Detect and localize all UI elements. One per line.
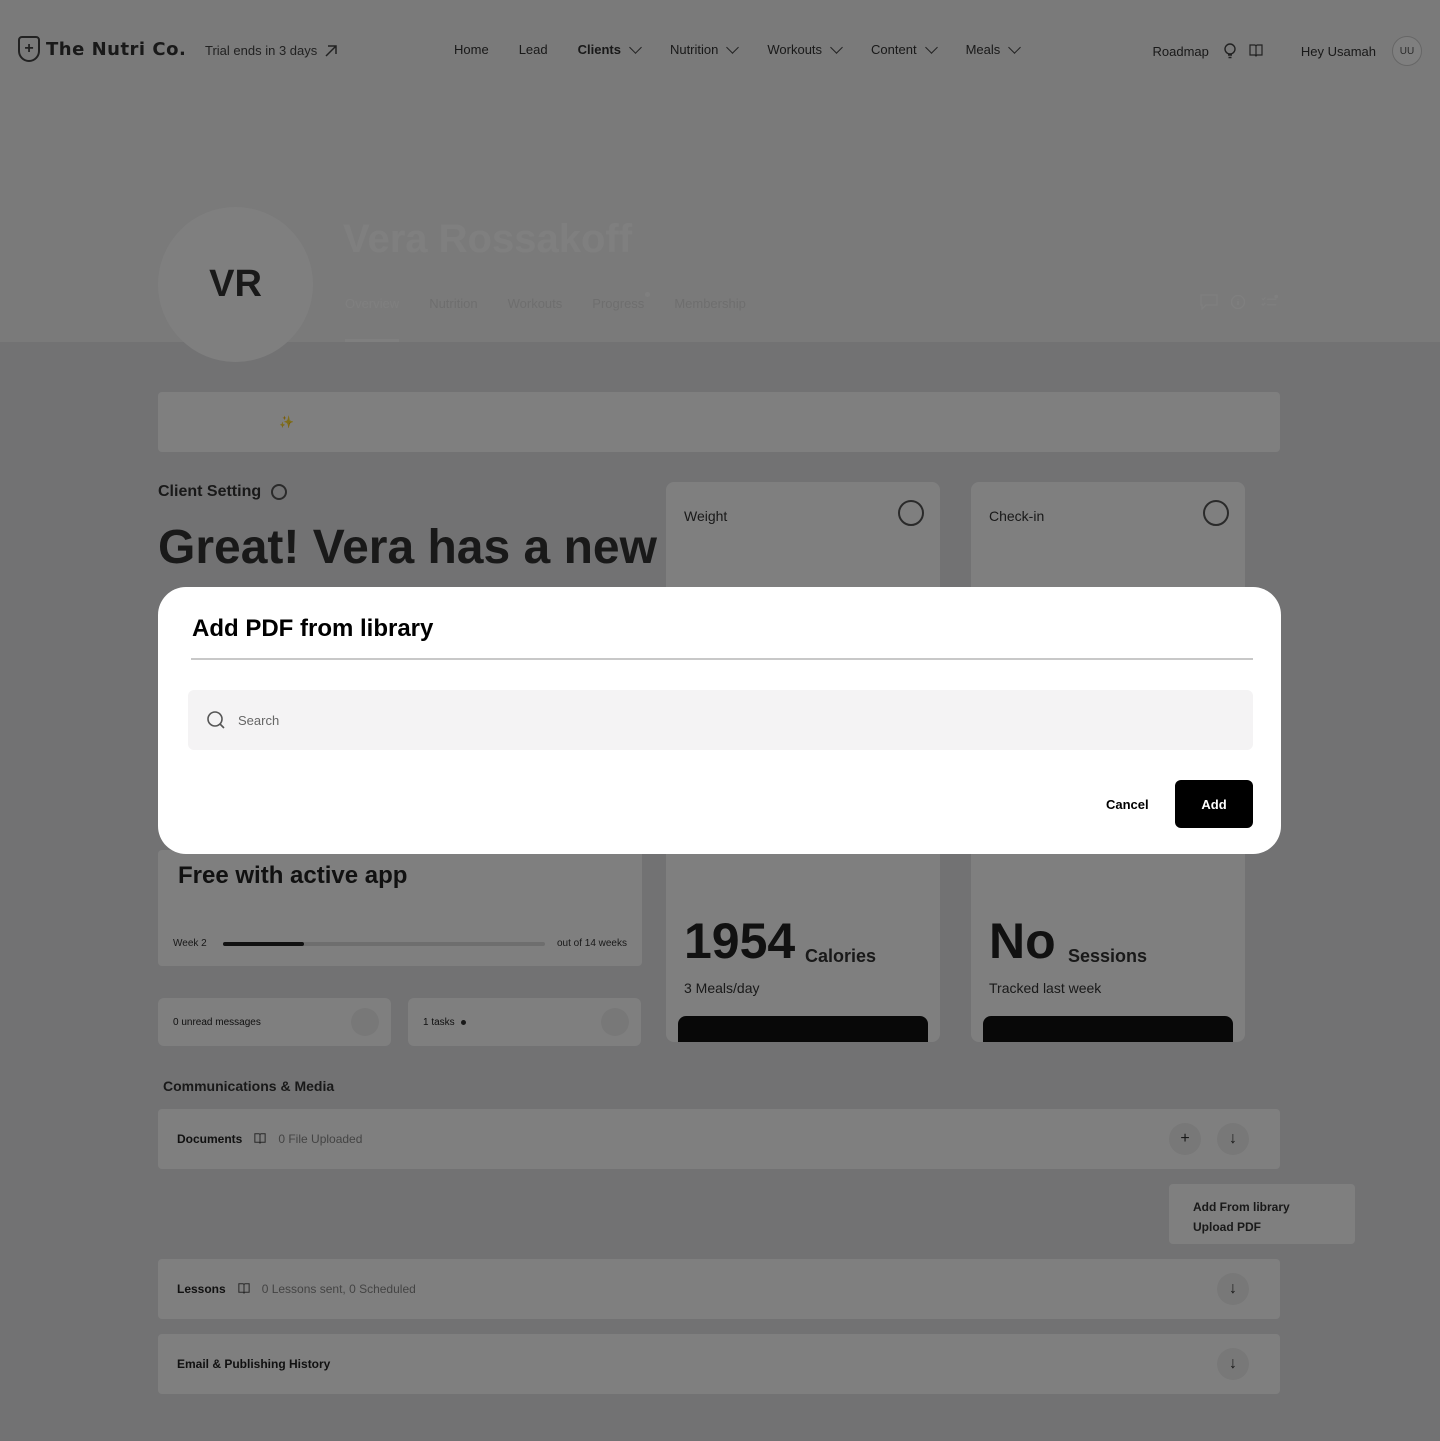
add-pdf-modal: Add PDF from library Cancel Add — [158, 587, 1281, 854]
add-button[interactable]: Add — [1175, 780, 1253, 828]
cancel-button[interactable]: Cancel — [1088, 780, 1167, 828]
search-icon — [207, 711, 225, 729]
modal-title: Add PDF from library — [192, 615, 434, 642]
search-input[interactable] — [238, 712, 1218, 728]
search-box[interactable] — [188, 690, 1253, 750]
modal-divider — [191, 658, 1253, 660]
